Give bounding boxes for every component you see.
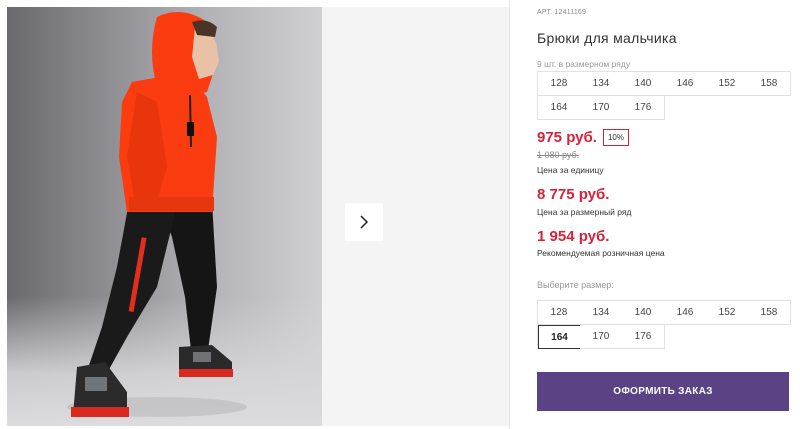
product-gallery xyxy=(7,7,510,426)
size-option[interactable]: 158 xyxy=(748,301,791,325)
size-option-selected[interactable]: 164 xyxy=(538,325,581,349)
size-row-cell: 158 xyxy=(748,72,791,96)
row-price-caption: Цена за размерный ряд xyxy=(537,207,632,217)
row-price: 8 775 руб. xyxy=(537,186,610,203)
size-selector: 128 134 140 146 152 158 164 170 176 xyxy=(537,300,791,349)
size-option[interactable]: 152 xyxy=(706,301,749,325)
boy-model-illustration xyxy=(67,12,247,417)
size-row-cell: 152 xyxy=(706,72,749,96)
column-divider xyxy=(509,0,510,429)
size-option[interactable]: 140 xyxy=(622,301,665,325)
unit-price-block: 975 руб. 10% xyxy=(537,129,629,146)
size-option[interactable]: 146 xyxy=(664,301,707,325)
size-row-cell: 176 xyxy=(622,96,665,120)
article-number: АРТ. 12411169 xyxy=(537,9,587,16)
chevron-right-icon xyxy=(360,215,369,229)
choose-size-label: Выберите размер: xyxy=(537,280,614,290)
gallery-next-button[interactable] xyxy=(345,203,383,241)
size-row-grid: 128 134 140 146 152 158 164 170 176 xyxy=(537,71,791,120)
unit-price-caption: Цена за единицу xyxy=(537,165,604,175)
old-price: 1 080 руб. xyxy=(537,150,580,160)
retail-price: 1 954 руб. xyxy=(537,228,610,245)
size-row-cell: 170 xyxy=(580,96,623,120)
size-row-cell: 146 xyxy=(664,72,707,96)
size-row-cell: 164 xyxy=(538,96,581,120)
size-option[interactable]: 170 xyxy=(580,325,623,349)
size-option[interactable]: 128 xyxy=(538,301,581,325)
place-order-button[interactable]: ОФОРМИТЬ ЗАКАЗ xyxy=(537,372,789,411)
product-photo[interactable] xyxy=(7,7,322,426)
size-row-cell: 128 xyxy=(538,72,581,96)
unit-price: 975 руб. xyxy=(537,129,597,146)
product-title: Брюки для мальчика xyxy=(537,30,677,46)
retail-price-caption: Рекомендуемая розничная цена xyxy=(537,248,665,258)
size-row-label: 9 шт. в размерном ряду xyxy=(537,59,631,69)
size-option[interactable]: 134 xyxy=(580,301,623,325)
size-row-cell: 140 xyxy=(622,72,665,96)
size-row-cell: 134 xyxy=(580,72,623,96)
discount-badge: 10% xyxy=(602,129,629,146)
size-option[interactable]: 176 xyxy=(622,325,665,349)
